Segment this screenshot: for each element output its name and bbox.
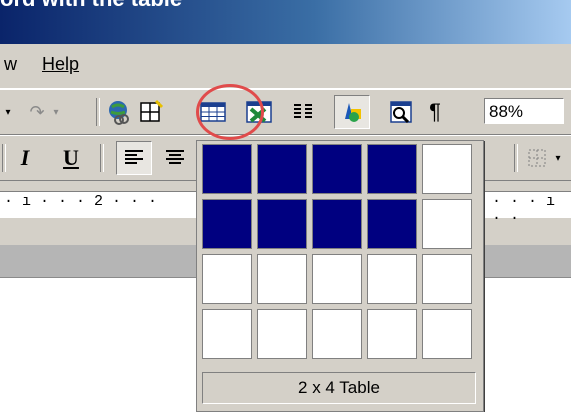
drawing-icon[interactable] bbox=[334, 95, 370, 129]
menu-bar: w Help bbox=[0, 44, 571, 89]
table-size-label: 2 x 4 Table bbox=[202, 372, 476, 404]
dropdown-arrow-icon[interactable]: ▾ bbox=[48, 97, 64, 127]
table-grid-cell[interactable] bbox=[257, 199, 307, 249]
table-grid-cell[interactable] bbox=[422, 254, 472, 304]
table-grid-cell[interactable] bbox=[422, 309, 472, 359]
table-grid-cell[interactable] bbox=[202, 144, 252, 194]
menu-item-help-label: Help bbox=[42, 54, 80, 74]
hyperlink-icon[interactable] bbox=[104, 97, 134, 127]
print-preview-icon[interactable] bbox=[386, 97, 416, 127]
ruler-right-text: · · · ı · · bbox=[492, 193, 556, 227]
table-grid-cell[interactable] bbox=[312, 144, 362, 194]
table-grid-cell[interactable] bbox=[202, 254, 252, 304]
table-grid-cell[interactable] bbox=[367, 254, 417, 304]
table-grid-cell[interactable] bbox=[257, 254, 307, 304]
pilcrow-icon: ¶ bbox=[429, 99, 441, 124]
tables-borders-icon[interactable] bbox=[136, 97, 166, 127]
borders-icon[interactable] bbox=[522, 143, 552, 173]
table-grid-cell[interactable] bbox=[257, 144, 307, 194]
highlight-circle bbox=[196, 84, 264, 140]
standard-toolbar: ▾ ↷ ▾ ¶ 88% bbox=[0, 89, 571, 135]
table-grid-cell[interactable] bbox=[312, 254, 362, 304]
align-center-icon[interactable] bbox=[160, 143, 190, 173]
table-grid-cell[interactable] bbox=[422, 199, 472, 249]
toolbar-separator bbox=[514, 144, 518, 172]
table-grid-cell[interactable] bbox=[312, 309, 362, 359]
title-bar: ord with the table bbox=[0, 0, 571, 44]
toolbar-separator bbox=[100, 144, 104, 172]
italic-button[interactable]: I bbox=[10, 143, 40, 173]
window-title: ord with the table bbox=[0, 0, 182, 12]
table-grid-cell[interactable] bbox=[202, 309, 252, 359]
insert-table-dropdown: 2 x 4 Table bbox=[196, 140, 484, 412]
ruler-left-text: · ı · · · 2 · · · bbox=[4, 193, 158, 210]
table-grid-cell[interactable] bbox=[312, 199, 362, 249]
columns-icon[interactable] bbox=[288, 97, 318, 127]
table-grid-cell[interactable] bbox=[367, 199, 417, 249]
menu-item-view[interactable]: w bbox=[4, 54, 17, 75]
table-grid-cell[interactable] bbox=[202, 199, 252, 249]
dropdown-arrow-icon[interactable]: ▾ bbox=[0, 97, 16, 127]
underline-button[interactable]: U bbox=[56, 143, 86, 173]
toolbar-separator bbox=[96, 98, 100, 126]
table-grid-cell[interactable] bbox=[367, 144, 417, 194]
zoom-field[interactable]: 88% bbox=[484, 98, 564, 124]
show-formatting-button[interactable]: ¶ bbox=[420, 97, 450, 127]
toolbar-separator bbox=[2, 144, 6, 172]
table-grid-cell[interactable] bbox=[257, 309, 307, 359]
align-left-icon[interactable] bbox=[116, 141, 152, 175]
borders-dropdown-icon[interactable]: ▾ bbox=[550, 143, 566, 173]
table-grid-cell[interactable] bbox=[422, 144, 472, 194]
menu-item-help[interactable]: Help bbox=[42, 54, 79, 75]
table-grid-cell[interactable] bbox=[367, 309, 417, 359]
